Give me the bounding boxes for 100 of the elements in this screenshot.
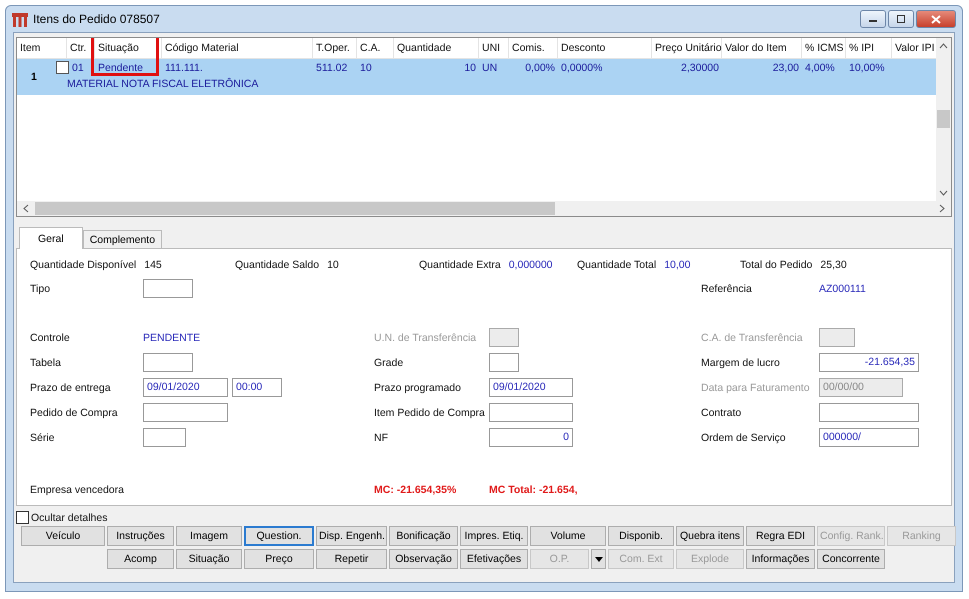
field-label: Prazo de entrega (30, 382, 112, 394)
horizontal-scrollbar[interactable] (17, 201, 951, 216)
column-header[interactable]: Quantidade (397, 42, 452, 54)
maximize-button[interactable] (888, 10, 914, 28)
field-label: Quantidade Disponível (30, 259, 136, 271)
scroll-up-icon[interactable] (939, 43, 948, 49)
field-value: 145 (144, 259, 162, 271)
minimize-button[interactable] (860, 10, 886, 28)
action-button[interactable]: Regra EDI (746, 526, 815, 546)
table-cell: 4,00% (805, 62, 835, 74)
scroll-left-icon[interactable] (23, 204, 29, 213)
input-field[interactable]: -21.654,35 (819, 353, 919, 372)
table-cell: 2,30000 (681, 62, 719, 74)
column-header[interactable]: Comis. (512, 42, 545, 54)
input-field[interactable] (489, 403, 573, 422)
column-header[interactable]: Desconto (561, 42, 606, 54)
field-label: Grade (374, 356, 404, 368)
column-header[interactable]: Ctr. (70, 42, 86, 54)
field-label: Empresa vencedora (30, 484, 125, 496)
action-button[interactable]: Disp. Engenh. (316, 526, 387, 546)
table-cell: 0,0000% (561, 62, 602, 74)
action-button[interactable]: Bonificação (389, 526, 458, 546)
action-button[interactable]: Concorrente (817, 549, 885, 569)
close-button[interactable] (916, 10, 956, 28)
field-label: Prazo programado (374, 382, 462, 394)
action-button[interactable]: Imagem (176, 526, 242, 546)
checkbox[interactable] (16, 511, 29, 524)
input-field[interactable] (143, 428, 186, 447)
caret-icon (594, 556, 602, 562)
action-button[interactable]: Observação (389, 549, 458, 569)
action-button[interactable]: Efetivações (460, 549, 528, 569)
field-label: Tabela (30, 356, 62, 368)
time-field[interactable]: 00:00 (232, 378, 282, 397)
table-cell: Pendente (98, 62, 143, 74)
input-field[interactable] (143, 279, 193, 298)
column-header[interactable]: T.Oper. (316, 42, 350, 54)
table-cell: 10,00% (849, 62, 885, 74)
action-button[interactable]: Repetir (316, 549, 387, 569)
table-row[interactable]: 1 01 Pendente 111.111. 511.02 10 10 UN 0,00% 0,0000% 2,30000 23,00 4,00% 10,00% MATERIAL NOTA FISCAL ELETRÔNICA (17, 59, 936, 95)
margin-value: MC: -21.654,35% (374, 484, 458, 496)
column-header[interactable]: Item (20, 42, 40, 54)
column-header[interactable]: C.A. (360, 42, 380, 54)
field-label: Série (30, 432, 56, 444)
action-button[interactable]: Question. (244, 526, 314, 546)
action-button[interactable]: Disponib. (608, 526, 674, 546)
checkbox[interactable] (56, 61, 69, 74)
field-label: Quantidade Total (577, 259, 656, 271)
table-cell: 1 (31, 71, 37, 83)
input-field[interactable] (143, 353, 193, 372)
column-header[interactable]: % ICMS (805, 42, 844, 54)
scrollbar-thumb[interactable] (35, 202, 555, 215)
column-header[interactable]: % IPI (849, 42, 874, 54)
field-label: Contrato (701, 406, 742, 418)
field-label: Quantidade Saldo (235, 259, 320, 271)
tab[interactable]: Complemento (82, 230, 162, 248)
checkbox-label[interactable]: Ocultar detalhes (31, 512, 108, 524)
table-cell: UN (482, 62, 498, 74)
field-label: Referência (701, 282, 753, 294)
field-label: NF (374, 432, 389, 444)
dropdown-button[interactable] (591, 549, 606, 569)
field-label: U.N. de Transferência (374, 332, 478, 344)
table-cell: 10 (464, 62, 476, 74)
field-value: AZ000111 (819, 282, 866, 294)
scroll-down-icon[interactable] (939, 190, 948, 196)
date-field[interactable]: 09/01/2020 (143, 378, 228, 397)
table-cell: 511.02 (316, 62, 348, 74)
action-button[interactable]: Informações (746, 549, 815, 569)
tab[interactable]: Geral (19, 227, 83, 249)
action-button[interactable]: Instruções (107, 526, 174, 546)
table-cell: 01 (72, 62, 84, 74)
field-label: Margem de lucro (701, 356, 781, 368)
field-label: Tipo (30, 282, 52, 294)
input-field[interactable] (143, 403, 228, 422)
table-cell: 111.111. (165, 62, 203, 74)
column-header[interactable]: Código Material (165, 42, 239, 54)
input-field[interactable] (489, 353, 519, 372)
action-button[interactable]: Quebra itens (676, 526, 744, 546)
field-label: Controle (30, 332, 71, 344)
action-button[interactable]: Situação (176, 549, 242, 569)
column-header[interactable]: Preço Unitário (655, 42, 722, 54)
action-button[interactable]: Volume (530, 526, 606, 546)
scroll-right-icon[interactable] (939, 204, 945, 213)
scrollbar-thumb[interactable] (937, 110, 950, 128)
column-header[interactable]: UNI (482, 42, 500, 54)
action-button[interactable]: Preço (244, 549, 314, 569)
field-label: Ordem de Serviço (701, 432, 787, 444)
input-field[interactable]: 0 (489, 428, 573, 447)
action-button[interactable]: Impres. Etiq. (460, 526, 528, 546)
input-field[interactable]: 000000/ (819, 428, 919, 447)
app-logo-icon (12, 11, 28, 27)
input-field[interactable] (819, 403, 919, 422)
column-header[interactable]: Valor IPI (895, 42, 934, 54)
action-button[interactable]: Acomp (107, 549, 174, 569)
input-field[interactable]: 09/01/2020 (489, 378, 573, 397)
action-button[interactable]: Veículo (21, 526, 105, 546)
column-header[interactable]: Situação (98, 42, 139, 54)
column-header[interactable]: Valor do Item (725, 42, 787, 54)
margin-total-value: MC Total: -21.654, (489, 484, 578, 496)
vertical-scrollbar[interactable] (936, 38, 951, 201)
field-value: 10 (327, 259, 339, 271)
